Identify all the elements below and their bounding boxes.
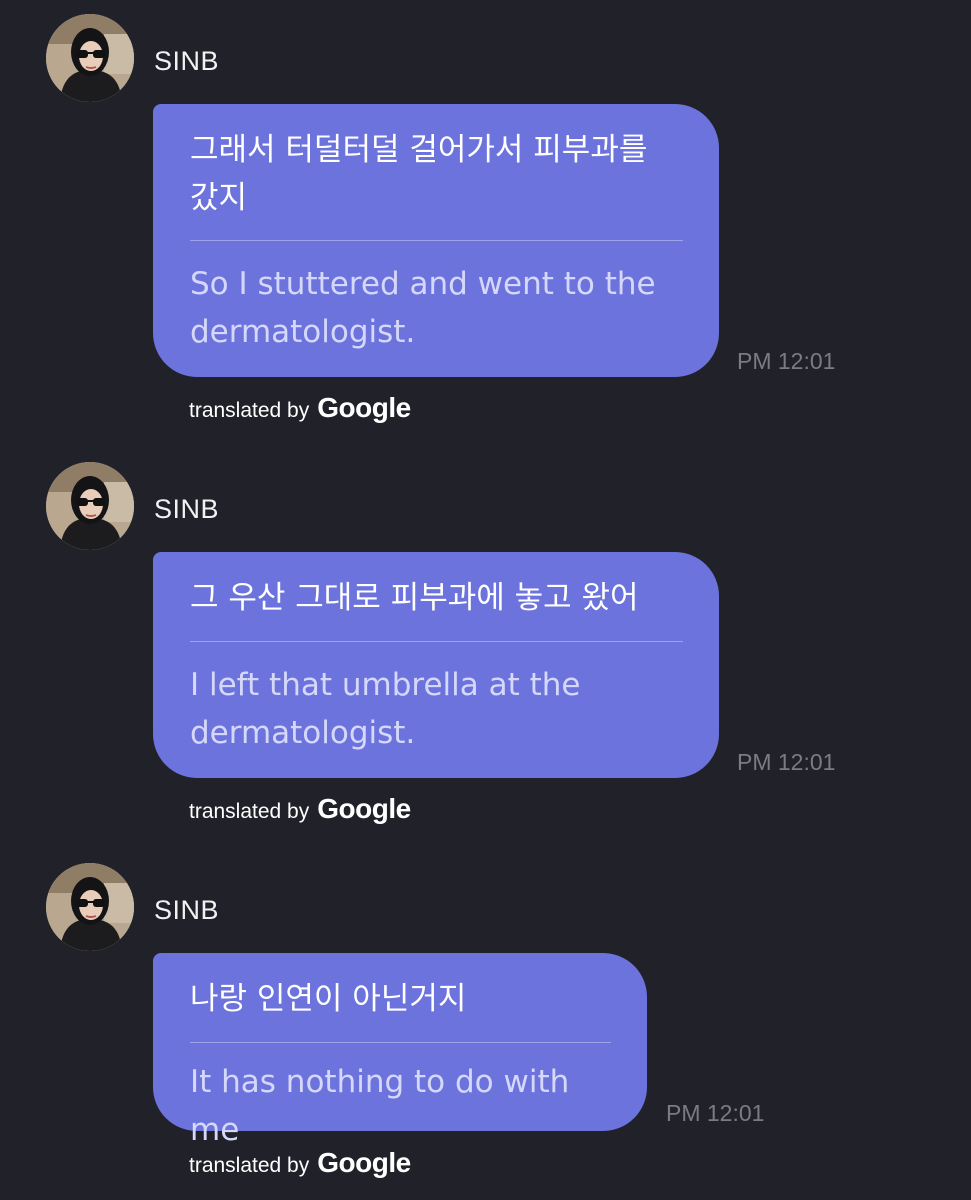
timestamp: PM 12:01	[737, 749, 836, 775]
translation-divider	[190, 240, 683, 241]
credit-prefix: translated by	[189, 800, 310, 823]
avatar[interactable]	[46, 14, 134, 102]
translated-text: It has nothing to do with me	[190, 1064, 570, 1148]
google-logo: Google	[317, 1147, 411, 1178]
sender-name: SINB	[154, 895, 220, 925]
translation-credit: translated by Google	[189, 1147, 411, 1179]
timestamp: PM 12:01	[666, 1100, 765, 1126]
sender-name: SINB	[154, 494, 220, 524]
message-group: SINB 나랑 인연이 아닌거지 It has nothing to do wi…	[0, 863, 971, 1193]
translation-credit: translated by Google	[189, 793, 411, 825]
google-logo: Google	[317, 793, 411, 824]
translated-text: I left that umbrella at the dermatologis…	[190, 667, 581, 751]
message-group: SINB 그 우산 그대로 피부과에 놓고 왔어 I left that umb…	[0, 462, 971, 842]
timestamp: PM 12:01	[737, 348, 836, 374]
message-bubble[interactable]: 나랑 인연이 아닌거지 It has nothing to do with me	[153, 953, 647, 1148]
avatar[interactable]	[46, 462, 134, 550]
original-text: 나랑 인연이 아닌거지	[190, 981, 467, 1017]
sender-name: SINB	[154, 46, 220, 76]
credit-prefix: translated by	[189, 399, 310, 422]
message-bubble[interactable]: 그래서 터덜터덜 걸어가서 피부과를 갔지 So I stuttered and…	[153, 104, 719, 377]
message-group: SINB 그래서 터덜터덜 걸어가서 피부과를 갔지 So I stuttere…	[0, 14, 971, 434]
original-text: 그래서 터덜터덜 걸어가서 피부과를 갔지	[190, 132, 648, 216]
avatar[interactable]	[46, 863, 134, 951]
translation-divider	[190, 641, 683, 642]
translated-text: So I stuttered and went to the dermatolo…	[190, 266, 656, 350]
translation-credit: translated by Google	[189, 392, 411, 424]
message-bubble[interactable]: 그 우산 그대로 피부과에 놓고 왔어 I left that umbrella…	[153, 552, 719, 778]
original-text: 그 우산 그대로 피부과에 놓고 왔어	[190, 580, 639, 616]
translation-divider	[190, 1042, 611, 1043]
credit-prefix: translated by	[189, 1154, 310, 1177]
google-logo: Google	[317, 392, 411, 423]
